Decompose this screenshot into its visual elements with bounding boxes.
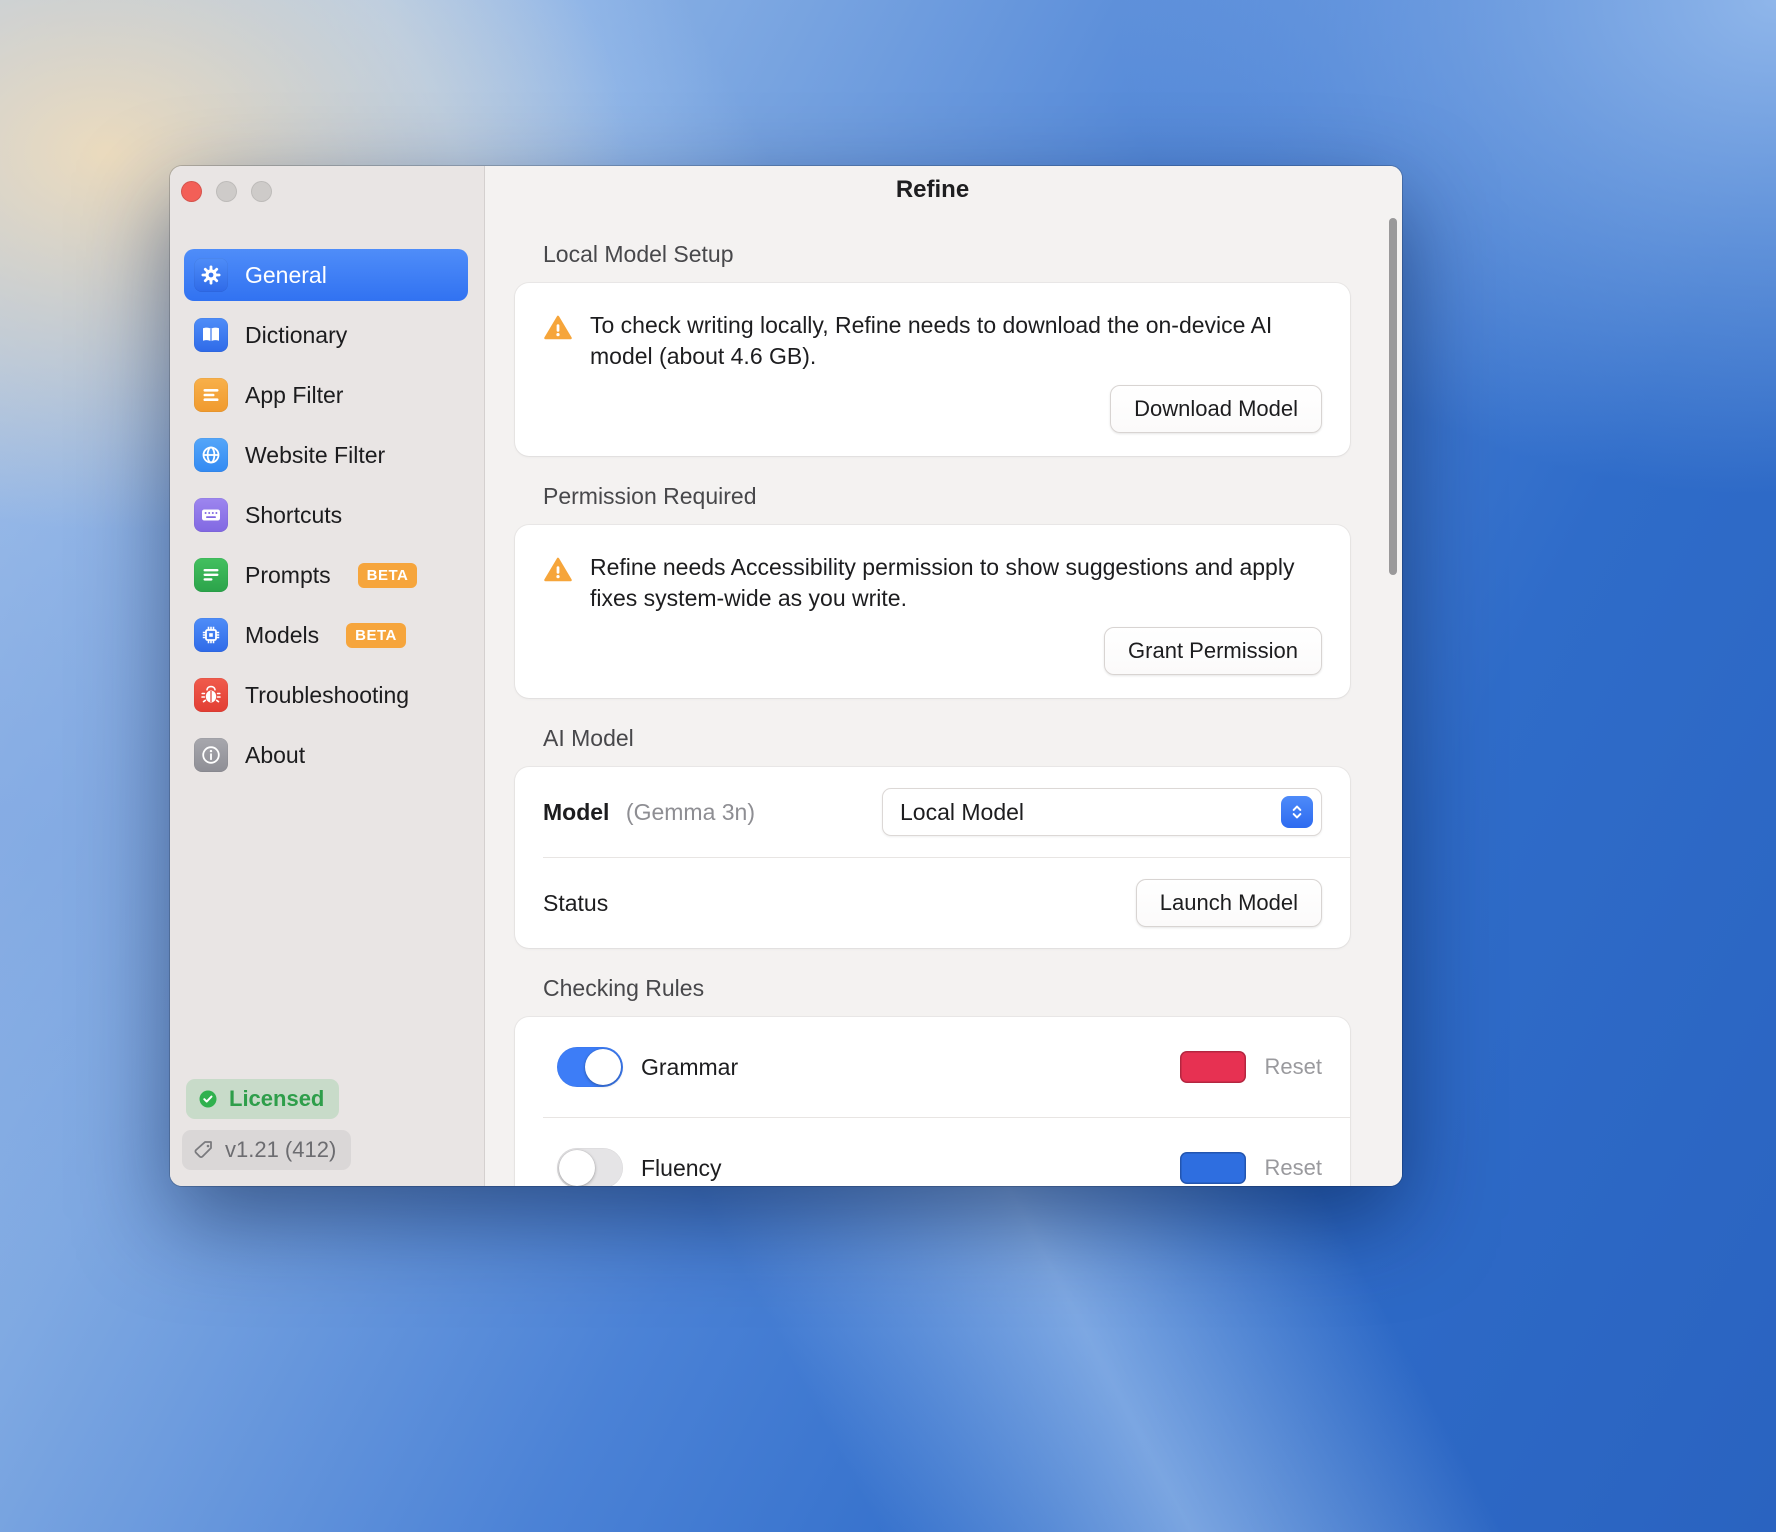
- beta-badge: BETA: [346, 622, 406, 648]
- rule-row-fluency: Fluency Reset: [515, 1118, 1350, 1186]
- grammar-color-swatch[interactable]: [1179, 1051, 1246, 1083]
- status-row: Status Launch Model: [515, 858, 1350, 948]
- warning-icon: [544, 315, 572, 340]
- section-heading-permission-required: Permission Required: [543, 483, 757, 509]
- scrollbar[interactable]: [1389, 218, 1397, 575]
- grammar-reset-button[interactable]: Reset: [1265, 1054, 1322, 1080]
- licensed-badge: Licensed: [186, 1079, 340, 1119]
- sidebar-item-dictionary[interactable]: Dictionary: [184, 309, 468, 361]
- section-heading-checking-rules: Checking Rules: [543, 975, 705, 1001]
- sidebar-item-label: About: [245, 741, 306, 768]
- window-title: Refine: [895, 176, 970, 203]
- launch-model-button[interactable]: Launch Model: [1135, 879, 1322, 927]
- sidebar-item-label: App Filter: [245, 381, 344, 408]
- desktop-wallpaper: General Dictionary App Filter Website Fi…: [0, 0, 1776, 1532]
- chip-icon: [194, 618, 228, 652]
- prompt-lines-icon: [194, 558, 228, 592]
- rule-label: Fluency: [641, 1154, 722, 1181]
- model-note: (Gemma 3n): [625, 798, 755, 825]
- checking-rules-card: Grammar Reset Fluency Reset: [515, 1017, 1350, 1186]
- sidebar-item-prompts[interactable]: Prompts BETA: [184, 549, 468, 601]
- sidebar-item-label: Website Filter: [245, 441, 386, 468]
- sidebar-item-models[interactable]: Models BETA: [184, 609, 468, 661]
- fluency-color-swatch[interactable]: [1179, 1152, 1246, 1184]
- rule-row-grammar: Grammar Reset: [515, 1017, 1350, 1117]
- licensed-label: Licensed: [229, 1086, 325, 1111]
- sidebar: General Dictionary App Filter Website Fi…: [170, 166, 485, 1186]
- titlebar: Refine: [515, 166, 1350, 214]
- sidebar-item-label: Prompts: [245, 561, 331, 588]
- sidebar-item-label: Shortcuts: [245, 501, 343, 528]
- download-warning-text: To check writing locally, Refine needs t…: [590, 312, 1273, 369]
- content: Refine Local Model Setup To check writin…: [485, 166, 1402, 1186]
- refine-settings-window: General Dictionary App Filter Website Fi…: [170, 166, 1402, 1186]
- sidebar-item-app-filter[interactable]: App Filter: [184, 369, 468, 421]
- license-seal-icon: [199, 1090, 217, 1108]
- section-heading-local-model-setup: Local Model Setup: [543, 241, 734, 267]
- section-heading-ai-model: AI Model: [543, 725, 634, 751]
- warning-icon: [544, 557, 572, 582]
- window-controls: [181, 181, 272, 202]
- tag-icon: [194, 1141, 212, 1158]
- version-badge: v1.21 (412): [182, 1130, 352, 1170]
- sidebar-item-shortcuts[interactable]: Shortcuts: [184, 489, 468, 541]
- permission-required-card: Refine needs Accessibility permission to…: [515, 525, 1350, 698]
- book-icon: [194, 318, 228, 352]
- sidebar-nav: General Dictionary App Filter Website Fi…: [184, 249, 468, 789]
- model-label: Model: [543, 798, 610, 825]
- sidebar-footer: Licensed v1.21 (412): [182, 1079, 352, 1170]
- info-icon: [194, 738, 228, 772]
- version-label: v1.21 (412): [225, 1137, 337, 1162]
- download-model-button[interactable]: Download Model: [1110, 385, 1322, 433]
- filter-lines-icon: [194, 378, 228, 412]
- sidebar-item-general[interactable]: General: [184, 249, 468, 301]
- sidebar-item-about[interactable]: About: [184, 729, 468, 781]
- select-stepper-icon: [1281, 796, 1313, 828]
- globe-icon: [194, 438, 228, 472]
- close-button[interactable]: [181, 181, 202, 202]
- bug-icon: [194, 678, 228, 712]
- beta-badge: BETA: [357, 562, 418, 588]
- keyboard-icon: [194, 498, 228, 532]
- gear-icon: [194, 258, 228, 292]
- sidebar-item-label: General: [245, 261, 327, 288]
- grant-permission-button[interactable]: Grant Permission: [1104, 627, 1322, 675]
- minimize-button[interactable]: [216, 181, 237, 202]
- model-row: Model (Gemma 3n) Local Model: [515, 767, 1350, 857]
- rule-label: Grammar: [641, 1053, 739, 1080]
- status-label: Status: [543, 889, 609, 916]
- sidebar-item-troubleshooting[interactable]: Troubleshooting: [184, 669, 468, 721]
- sidebar-item-label: Troubleshooting: [245, 681, 410, 708]
- fluency-reset-button[interactable]: Reset: [1265, 1155, 1322, 1181]
- sidebar-item-website-filter[interactable]: Website Filter: [184, 429, 468, 481]
- fluency-toggle[interactable]: [557, 1148, 623, 1186]
- ai-model-card: Model (Gemma 3n) Local Model Status Laun…: [515, 767, 1350, 948]
- permission-warning-text: Refine needs Accessibility permission to…: [590, 554, 1295, 611]
- model-select[interactable]: Local Model: [882, 788, 1322, 836]
- model-select-value: Local Model: [900, 798, 1025, 825]
- sidebar-item-label: Models: [245, 621, 320, 648]
- sidebar-item-label: Dictionary: [245, 321, 348, 348]
- zoom-button[interactable]: [251, 181, 272, 202]
- local-model-setup-card: To check writing locally, Refine needs t…: [515, 283, 1350, 456]
- grammar-toggle[interactable]: [557, 1047, 623, 1087]
